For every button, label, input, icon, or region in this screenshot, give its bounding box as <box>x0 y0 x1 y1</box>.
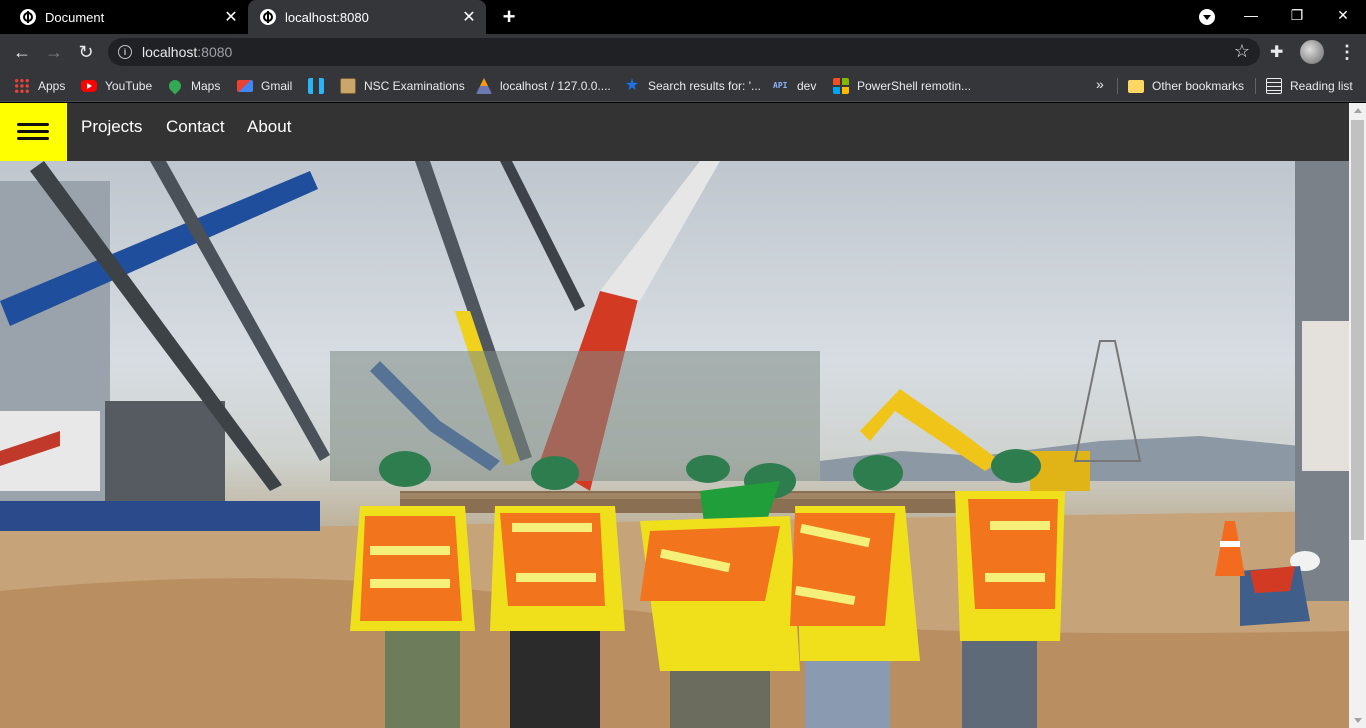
bookmark-label: Search results for: '... <box>648 79 761 93</box>
url-host: localhost <box>142 44 198 60</box>
restore-button[interactable]: ❐ <box>1274 0 1320 30</box>
tab-strip: Document ✕ localhost:8080 ✕ + — ❐ ✕ <box>0 0 1366 34</box>
browser-toolbar: ← → ↻ i localhost:8080 ☆ <box>0 34 1366 70</box>
bookmark-label: YouTube <box>105 79 153 93</box>
bookmark-youtube[interactable]: YouTube <box>81 76 152 96</box>
tab-document[interactable]: Document ✕ <box>8 0 248 34</box>
info-icon[interactable]: i <box>118 45 132 59</box>
reload-icon[interactable]: ↻ <box>72 38 100 66</box>
bookmark-label: Reading list <box>1290 79 1353 93</box>
bookmark-label: localhost / 127.0.0.... <box>500 79 611 93</box>
construction-site-illustration <box>0 161 1349 728</box>
url-port: :8080 <box>197 44 233 60</box>
bookmark-label: Other bookmarks <box>1152 79 1245 93</box>
globe-icon <box>260 9 276 25</box>
reading-list[interactable]: Reading list <box>1266 76 1353 96</box>
maps-pin-icon <box>166 77 184 95</box>
apps-grid-icon <box>14 78 30 94</box>
menu-line <box>17 137 49 140</box>
bookmark-gmail[interactable]: Gmail <box>237 76 292 96</box>
url-text[interactable]: localhost:8080 <box>142 44 232 60</box>
tab-search-icon[interactable] <box>1199 9 1215 25</box>
globe-icon <box>20 9 36 25</box>
back-arrow-icon[interactable]: ← <box>8 38 36 66</box>
new-tab-button[interactable]: + <box>496 4 522 30</box>
site-navbar: Projects Contact About <box>0 103 1349 161</box>
scroll-up-arrow-icon[interactable] <box>1354 108 1362 113</box>
address-bar[interactable]: i localhost:8080 ☆ <box>108 38 1260 66</box>
close-window-button[interactable]: ✕ <box>1320 0 1366 30</box>
folder-icon <box>1128 79 1144 93</box>
gmail-icon <box>237 80 253 92</box>
nav-link-about[interactable]: About <box>247 117 291 137</box>
tab-title: localhost:8080 <box>285 9 369 25</box>
api-icon: API <box>773 81 788 90</box>
minimize-button[interactable]: — <box>1228 0 1274 30</box>
hamburger-menu-button[interactable] <box>0 103 67 161</box>
bookmark-label: NSC Examinations <box>364 79 465 93</box>
bookmark-star-icon[interactable]: ☆ <box>1234 41 1250 62</box>
tab-title: Document <box>45 9 105 25</box>
nsc-crest-icon <box>340 78 356 94</box>
hi-logo-icon <box>308 78 324 94</box>
bookmark-dev[interactable]: API dev <box>773 76 816 96</box>
page-scrollbar[interactable] <box>1349 103 1366 728</box>
tab-localhost[interactable]: localhost:8080 ✕ <box>248 0 486 34</box>
nav-link-projects[interactable]: Projects <box>81 117 142 137</box>
menu-line <box>17 123 49 126</box>
phpmyadmin-icon <box>476 78 492 94</box>
youtube-icon <box>81 80 97 92</box>
extensions-puzzle-icon[interactable]: ✚ <box>1270 42 1288 61</box>
bookmark-label: dev <box>797 79 817 93</box>
bookmark-hi[interactable] <box>308 76 332 96</box>
bookmark-divider <box>1255 78 1256 94</box>
bookmark-maps[interactable]: Maps <box>166 76 221 96</box>
other-bookmarks[interactable]: Other bookmarks <box>1128 76 1244 96</box>
nav-link-contact[interactable]: Contact <box>166 117 225 137</box>
forward-arrow-icon[interactable]: → <box>40 38 68 66</box>
kebab-menu-icon[interactable]: ⋮ <box>1338 40 1356 64</box>
scroll-down-arrow-icon[interactable] <box>1354 718 1362 723</box>
bookmark-nsc[interactable]: NSC Examinations <box>340 76 465 96</box>
more-bookmarks-chevron-icon[interactable]: » <box>1096 76 1104 92</box>
microsoft-icon <box>833 78 849 94</box>
star-icon: ★ <box>624 77 640 94</box>
reading-list-icon <box>1266 78 1282 94</box>
bookmark-powershell[interactable]: PowerShell remotin... <box>833 76 971 96</box>
scrollbar-thumb[interactable] <box>1351 120 1364 540</box>
profile-avatar[interactable] <box>1300 40 1324 64</box>
page-viewport: Projects Contact About <box>0 103 1366 728</box>
bookmark-apps[interactable]: Apps <box>14 76 65 96</box>
bookmark-label: Apps <box>38 79 66 93</box>
bookmark-divider <box>1117 78 1118 94</box>
close-icon[interactable]: ✕ <box>458 6 480 28</box>
hero-image <box>0 161 1349 728</box>
bookmark-phpmyadmin[interactable]: localhost / 127.0.0.... <box>476 76 611 96</box>
bookmark-search-results[interactable]: ★ Search results for: '... <box>624 76 761 96</box>
bookmark-label: PowerShell remotin... <box>857 79 972 93</box>
bookmark-label: Gmail <box>261 79 293 93</box>
bookmark-label: Maps <box>191 79 221 93</box>
menu-line <box>17 130 49 133</box>
bookmarks-bar: Apps YouTube Maps Gmail NSC Examinations… <box>0 70 1366 102</box>
close-icon[interactable]: ✕ <box>220 6 242 28</box>
